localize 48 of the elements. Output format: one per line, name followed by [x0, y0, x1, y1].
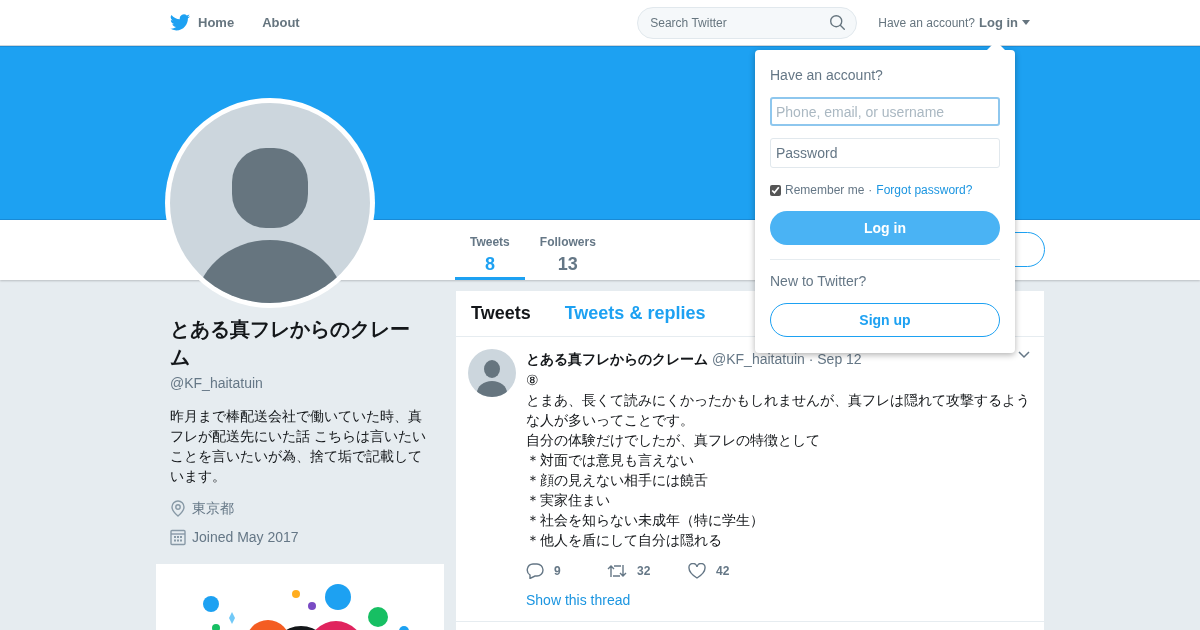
tweet-text: 自分の体験だけでしたが、真フレの特徴として [526, 431, 821, 450]
search-icon[interactable] [829, 13, 847, 31]
stat-tab[interactable]: Tweets 8 [455, 220, 525, 280]
tweet-action-button[interactable]: 9 [526, 562, 607, 580]
forgot-password-link[interactable]: Forgot password? [876, 181, 973, 199]
username-field[interactable]: Phone, email, or username [770, 97, 1000, 126]
speech-bubble-icon [526, 563, 544, 579]
tweet-text: ＊顔の見えない相手には饒舌 [526, 471, 709, 490]
tweet-text: ＊社会を知らない未成年（特に学生） [526, 511, 765, 530]
chevron-down-icon[interactable] [1018, 351, 1030, 359]
caret-icon [1022, 20, 1030, 25]
location-pin-icon [170, 500, 186, 517]
tweet-author: とある真フレからのクレーム [526, 350, 708, 369]
profile-location: 東京都 [192, 499, 234, 518]
tweet-handle-time: @KF_haitatuin · Sep 12 [712, 350, 862, 369]
tweet-text: ⑧ [526, 371, 540, 390]
search-field[interactable]: Search Twitter [637, 6, 858, 39]
tweet-action-button[interactable]: 42 [688, 562, 769, 580]
tweet-action-button[interactable]: 32 [607, 562, 688, 580]
profile-bio: 昨月まで棒配送会社で働いていた時、真フレが配送先にいた話 こちらは言いたいことを言いたいが為、捨て垢で記載しています。 [170, 407, 427, 486]
join-date: Joined May 2017 [192, 528, 299, 547]
retweet-icon [607, 563, 627, 579]
calendar-icon [170, 529, 186, 546]
tweet-text: ＊他人を盾にして自分は隠れる [526, 531, 723, 550]
avatar-icon [468, 349, 516, 397]
tweet-text: とまあ、長くて読みにくかったかもしれませんが、真フレは隠れて攻撃するような人が多いってことです。 [526, 391, 1030, 430]
dropdown-title: Have an account? [770, 66, 884, 85]
signup-prompt: New to Twitter? [770, 272, 868, 291]
show-thread-link[interactable]: Show this thread [526, 590, 631, 611]
profile-handle: @KF_haitatuin [170, 374, 264, 393]
remember-label: Remember me [785, 182, 865, 199]
password-field[interactable]: Password [770, 138, 1000, 168]
separator-dot: · [868, 182, 873, 199]
account-prompt: Have an account? [878, 14, 975, 32]
remember-checkbox[interactable] [770, 184, 781, 196]
timeline-tab[interactable]: Tweets [471, 300, 531, 327]
profile-name: とある真フレからのクレーム [170, 317, 411, 370]
tweet-text: ＊実家住まい [526, 491, 611, 510]
heart-icon [688, 563, 706, 579]
timeline-tab[interactable]: Tweets & replies [564, 300, 706, 327]
login-link[interactable]: Log in [979, 12, 1030, 33]
signup-button[interactable]: Sign up [770, 303, 1000, 337]
stat-tab[interactable]: Followers 13 [524, 220, 611, 280]
nav-link[interactable]: Home [170, 12, 235, 33]
login-button[interactable]: Log in [770, 211, 1000, 245]
tweet-text: ＊対面では意見も言えない [526, 451, 695, 470]
nav-link[interactable]: About [262, 12, 300, 33]
bird-icon [170, 14, 190, 31]
